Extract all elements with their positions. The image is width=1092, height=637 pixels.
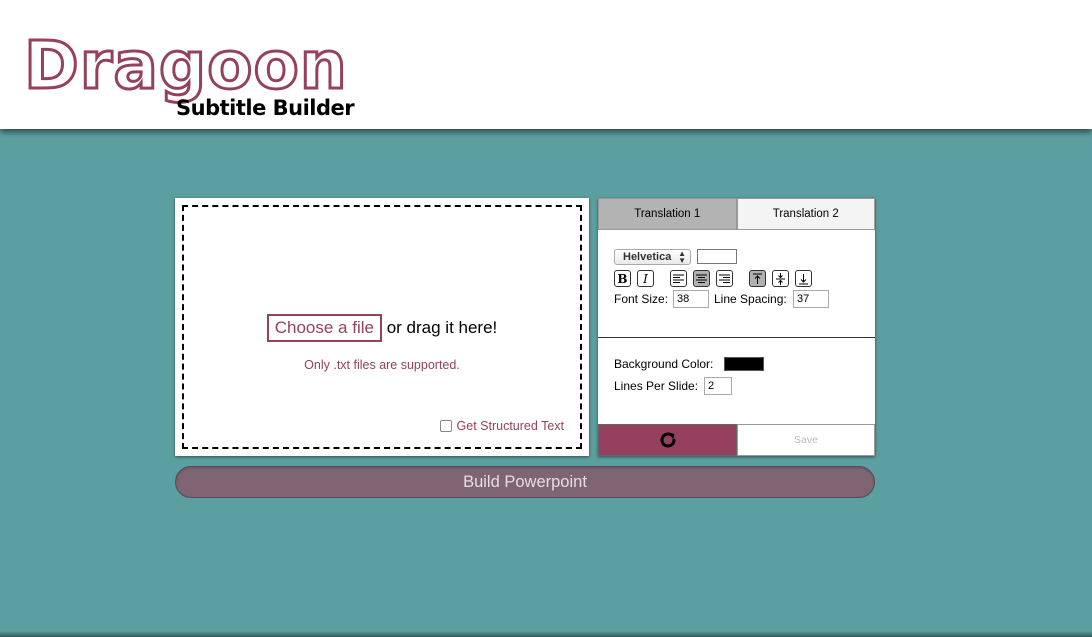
font-family-select[interactable]: Helvetica ▲ ▼ (614, 249, 691, 265)
line-spacing-input[interactable]: 37 (793, 290, 829, 308)
settings-panel: Translation 1 Translation 2 Helvetica ▲ ▼… (598, 198, 875, 456)
text-color-picker[interactable] (697, 249, 737, 264)
align-center-icon (696, 274, 707, 283)
structured-text-checkbox[interactable] (439, 420, 452, 432)
valign-bottom-button[interactable] (795, 270, 812, 287)
lines-per-slide-label: Lines Per Slide: (614, 379, 699, 393)
lines-per-slide-input[interactable]: 2 (704, 377, 732, 395)
save-button[interactable]: Save (737, 424, 875, 456)
italic-button[interactable]: I (637, 270, 654, 287)
line-spacing-label: Line Spacing: (714, 292, 787, 306)
font-size-input[interactable]: 38 (673, 290, 709, 308)
logo-title: Dragoon (23, 26, 349, 106)
align-center-button[interactable] (693, 270, 710, 287)
background-color-label: Background Color: (614, 357, 714, 371)
section-divider (598, 337, 875, 338)
upload-panel: Choose a file or drag it here! Only .txt… (175, 198, 589, 456)
structured-text-label[interactable]: Get Structured Text (457, 419, 564, 433)
valign-middle-icon (776, 272, 785, 285)
refresh-button[interactable] (598, 424, 737, 456)
valign-middle-button[interactable] (772, 270, 789, 287)
align-left-icon (673, 274, 684, 283)
refresh-icon (660, 432, 676, 448)
bold-button[interactable]: B (614, 270, 631, 287)
align-right-button[interactable] (716, 270, 733, 287)
tab-translation-2[interactable]: Translation 2 (736, 198, 875, 230)
file-drop-zone[interactable]: Choose a file or drag it here! Only .txt… (182, 205, 582, 449)
supported-files-note: Only .txt files are supported. (304, 358, 460, 372)
font-family-value: Helvetica (623, 251, 672, 263)
structured-text-option[interactable]: Get Structured Text (439, 419, 564, 433)
choose-row: Choose a file or drag it here! (184, 314, 580, 342)
build-powerpoint-button[interactable]: Build Powerpoint (175, 466, 875, 498)
tab-translation-1[interactable]: Translation 1 (598, 198, 737, 230)
valign-top-button[interactable] (749, 270, 766, 287)
choose-file-button[interactable]: Choose a file (266, 314, 382, 342)
align-left-button[interactable] (670, 270, 687, 287)
valign-bottom-icon (799, 273, 808, 284)
logo-subtitle: Subtitle Builder (176, 96, 355, 120)
background-color-picker[interactable] (724, 357, 764, 371)
font-size-label: Font Size: (614, 292, 669, 306)
align-right-icon (719, 274, 730, 283)
valign-top-icon (753, 273, 762, 284)
drag-hint: or drag it here! (386, 318, 498, 337)
select-arrows-icon: ▲ ▼ (678, 249, 686, 265)
translation-tabs: Translation 1 Translation 2 (598, 198, 875, 230)
app-header: Dragoon Subtitle Builder (0, 0, 1092, 129)
bottom-shadow (0, 631, 1092, 637)
